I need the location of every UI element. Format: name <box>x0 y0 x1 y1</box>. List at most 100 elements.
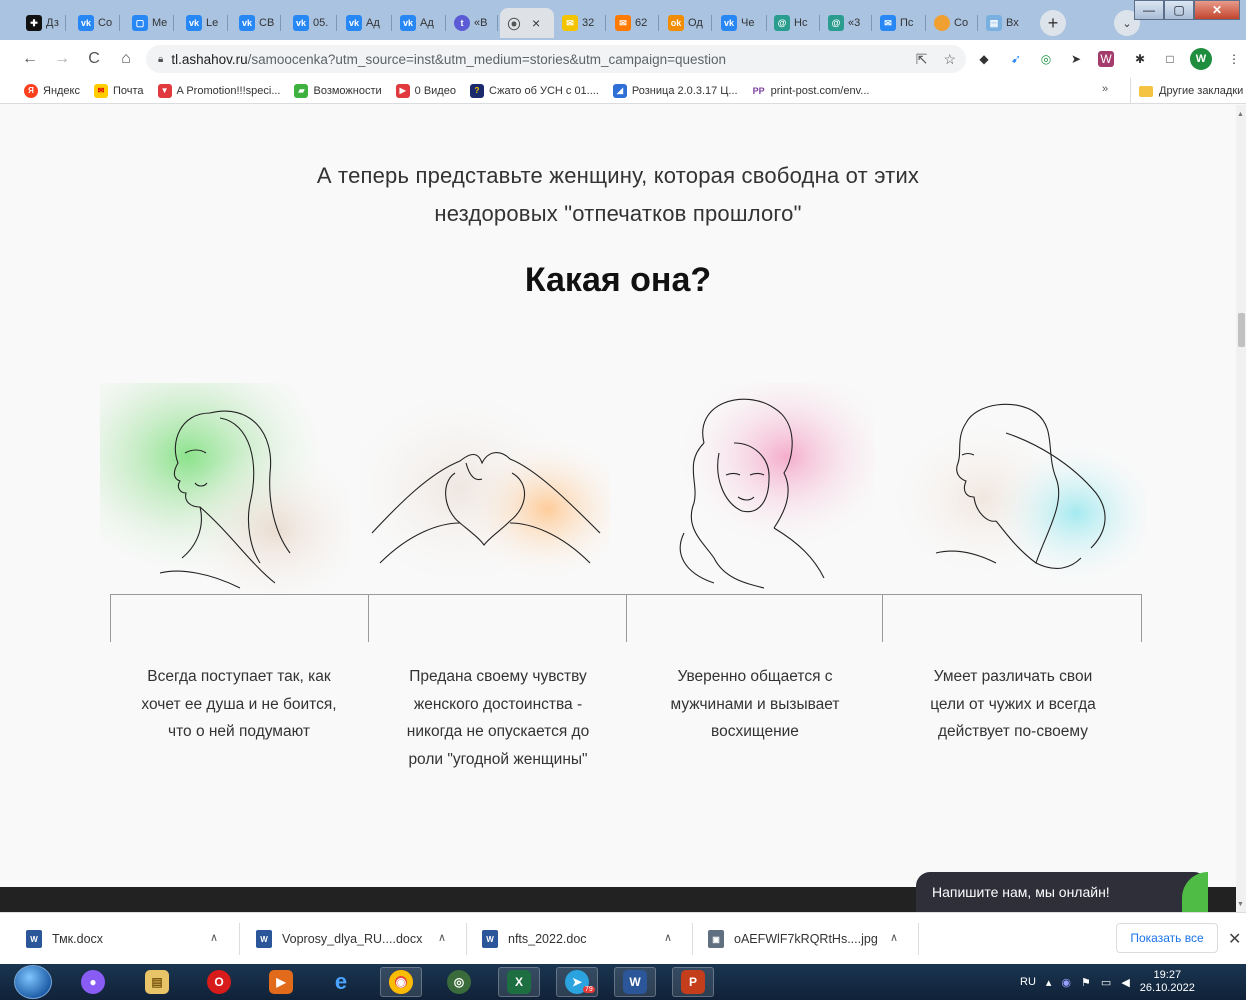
inbox-icon: ▤ <box>986 15 1002 31</box>
browser-tab[interactable]: vk Co <box>72 8 120 38</box>
print-post-icon: PP <box>752 85 765 96</box>
extension-circle-icon[interactable]: ◎ <box>1036 49 1056 69</box>
browser-tab[interactable]: vk Ад <box>394 8 446 38</box>
browser-tab[interactable]: ✚ Дз <box>20 8 66 38</box>
page-scrollbar[interactable]: ▲ ▼ <box>1236 105 1246 912</box>
close-window-button[interactable]: ✕ <box>1194 0 1240 20</box>
internet-explorer-icon[interactable]: e <box>320 967 362 997</box>
minimize-button[interactable]: — <box>1134 0 1164 20</box>
scroll-down-icon[interactable]: ▼ <box>1237 901 1244 908</box>
alice-app-icon[interactable]: ● <box>72 967 114 997</box>
bookmark-item[interactable]: PP print-post.com/env... <box>752 84 870 98</box>
bookmark-item[interactable]: ✉ Почта <box>94 83 144 98</box>
telegram-icon[interactable]: ➤ 79 <box>556 967 598 997</box>
feature-line: хочет ее душа и не боится, <box>141 695 337 713</box>
browser-tab[interactable]: ✉ 62 <box>609 8 659 38</box>
chrome-beta-icon[interactable]: ◎ <box>438 967 480 997</box>
scroll-up-icon[interactable]: ▲ <box>1237 111 1244 118</box>
word-icon[interactable]: W <box>614 967 656 997</box>
file-explorer-icon[interactable]: ▤ <box>136 967 178 997</box>
extension-arrow-icon[interactable]: ➤ <box>1066 49 1086 69</box>
download-item[interactable]: W nfts_2022.doc <box>482 913 587 965</box>
browser-tab[interactable]: ok Од <box>662 8 712 38</box>
new-tab-button[interactable]: + <box>1040 10 1066 36</box>
chevron-up-icon[interactable]: ∧ <box>210 931 218 944</box>
video-icon: ▶ <box>395 83 410 98</box>
browser-tab[interactable]: ✉ Пс <box>874 8 926 38</box>
network-flag-icon[interactable]: ⚑ <box>1081 976 1091 989</box>
download-item[interactable]: W Тмк.docx <box>26 913 103 965</box>
browser-tab[interactable]: vk Че <box>715 8 767 38</box>
feature-line: что о ней подумают <box>168 723 310 740</box>
url-host: tl.ashahov.ru <box>171 51 248 67</box>
excel-icon[interactable]: X <box>498 967 540 997</box>
download-item[interactable]: ▣ oAEFWlF7kRQRtHs....jpg <box>708 913 878 965</box>
bookmark-item[interactable]: ▶ 0 Видео <box>395 83 456 98</box>
other-bookmarks-folder[interactable]: Другие закладки <box>1130 78 1243 104</box>
section-heading: Какая она? <box>524 261 712 299</box>
browser-tab[interactable]: vk Ад <box>340 8 392 38</box>
browser-tab-active[interactable]: ⦿ × <box>500 8 554 38</box>
start-button[interactable] <box>14 965 52 999</box>
feature-line: роли "угодной женщины" <box>408 750 588 768</box>
show-all-downloads-button[interactable]: Показать все <box>1116 923 1218 953</box>
bookmark-item[interactable]: ▰ Возможности <box>294 83 382 98</box>
extension-bird-icon[interactable]: ➹ <box>1006 49 1026 69</box>
download-item[interactable]: W Voprosy_dlya_RU....docx <box>256 913 422 965</box>
vk-icon: vk <box>78 15 94 31</box>
browser-tab[interactable]: ✉ 32 <box>556 8 606 38</box>
extension-w-icon[interactable]: W <box>1098 51 1114 67</box>
extension-hat-icon[interactable]: ◆ <box>974 49 994 69</box>
feature-line: восхищение <box>711 723 799 740</box>
media-player-icon[interactable]: ▶ <box>260 967 302 997</box>
side-panel-icon[interactable]: □ <box>1160 49 1180 69</box>
browser-tab[interactable]: Co <box>928 8 978 38</box>
volume-icon[interactable]: ◀ <box>1121 976 1129 989</box>
lead-text: А теперь представьте женщину, которая св… <box>0 157 1236 233</box>
telegram-unread-badge: 79 <box>583 986 595 993</box>
close-downloads-button[interactable]: ✕ <box>1228 929 1241 949</box>
back-arrow-icon[interactable]: ← <box>16 45 44 73</box>
menu-kebab-icon[interactable]: ⋮ <box>1224 49 1244 69</box>
chevron-up-icon[interactable]: ∧ <box>438 931 446 944</box>
monitor-icon[interactable]: ▭ <box>1101 976 1111 989</box>
extensions-puzzle-icon[interactable]: ✱ <box>1130 49 1150 69</box>
reload-icon[interactable]: C <box>80 45 108 73</box>
browser-tab[interactable]: @ «3 <box>822 8 872 38</box>
tray-app-icon[interactable]: ◉ <box>1061 976 1071 989</box>
maximize-button[interactable]: ▢ <box>1164 0 1194 20</box>
chrome-icon[interactable]: ◉ <box>380 967 422 997</box>
browser-tab[interactable]: vk 05. <box>287 8 337 38</box>
bookmark-item[interactable]: ▼ A Promotion!!!speci... <box>157 83 280 98</box>
profile-avatar[interactable]: W <box>1190 48 1212 70</box>
chevron-up-icon[interactable]: ∧ <box>664 931 672 944</box>
bookmark-star-icon[interactable]: ☆ <box>943 51 956 68</box>
powerpoint-icon[interactable]: P <box>672 967 714 997</box>
opera-icon[interactable]: O <box>198 967 240 997</box>
tab-label: Co <box>98 17 113 29</box>
browser-tab[interactable]: ▢ Me <box>126 8 174 38</box>
language-indicator[interactable]: RU <box>1020 976 1036 988</box>
bookmark-item[interactable]: ◢ Розница 2.0.3.17 Ц... <box>612 83 738 98</box>
feature-line: мужчинами и вызывает <box>670 695 840 713</box>
clock[interactable]: 19:27 26.10.2022 <box>1140 969 1195 995</box>
bookmark-item[interactable]: ? Сжато об УСН с 01.... <box>469 83 599 98</box>
browser-tab[interactable]: vk CB <box>233 8 281 38</box>
tray-expand-icon[interactable]: ▴ <box>1046 976 1052 989</box>
browser-tab[interactable]: ▤ Вх <box>980 8 1032 38</box>
browser-tab[interactable]: vk Le <box>180 8 228 38</box>
browser-tab[interactable]: t «В <box>448 8 498 38</box>
vk-icon: vk <box>239 15 255 31</box>
share-icon[interactable]: ⇱ <box>916 51 928 68</box>
home-icon[interactable]: ⌂ <box>112 45 140 73</box>
bookmarks-overflow-button[interactable]: » <box>1102 83 1108 95</box>
tab-close-button[interactable]: × <box>532 15 540 31</box>
online-chat-widget[interactable]: Напишите нам, мы онлайн! <box>916 872 1208 912</box>
forward-arrow-icon[interactable]: → <box>48 45 76 73</box>
bookmark-item[interactable]: Я Яндекс <box>24 83 80 98</box>
address-bar[interactable]: 🔒︎ tl.ashahov.ru/samoocenka?utm_source=i… <box>146 45 966 73</box>
question-icon: ? <box>469 83 484 98</box>
scrollbar-thumb[interactable] <box>1238 313 1245 347</box>
chevron-up-icon[interactable]: ∧ <box>890 931 898 944</box>
browser-tab[interactable]: @ Нс <box>768 8 820 38</box>
